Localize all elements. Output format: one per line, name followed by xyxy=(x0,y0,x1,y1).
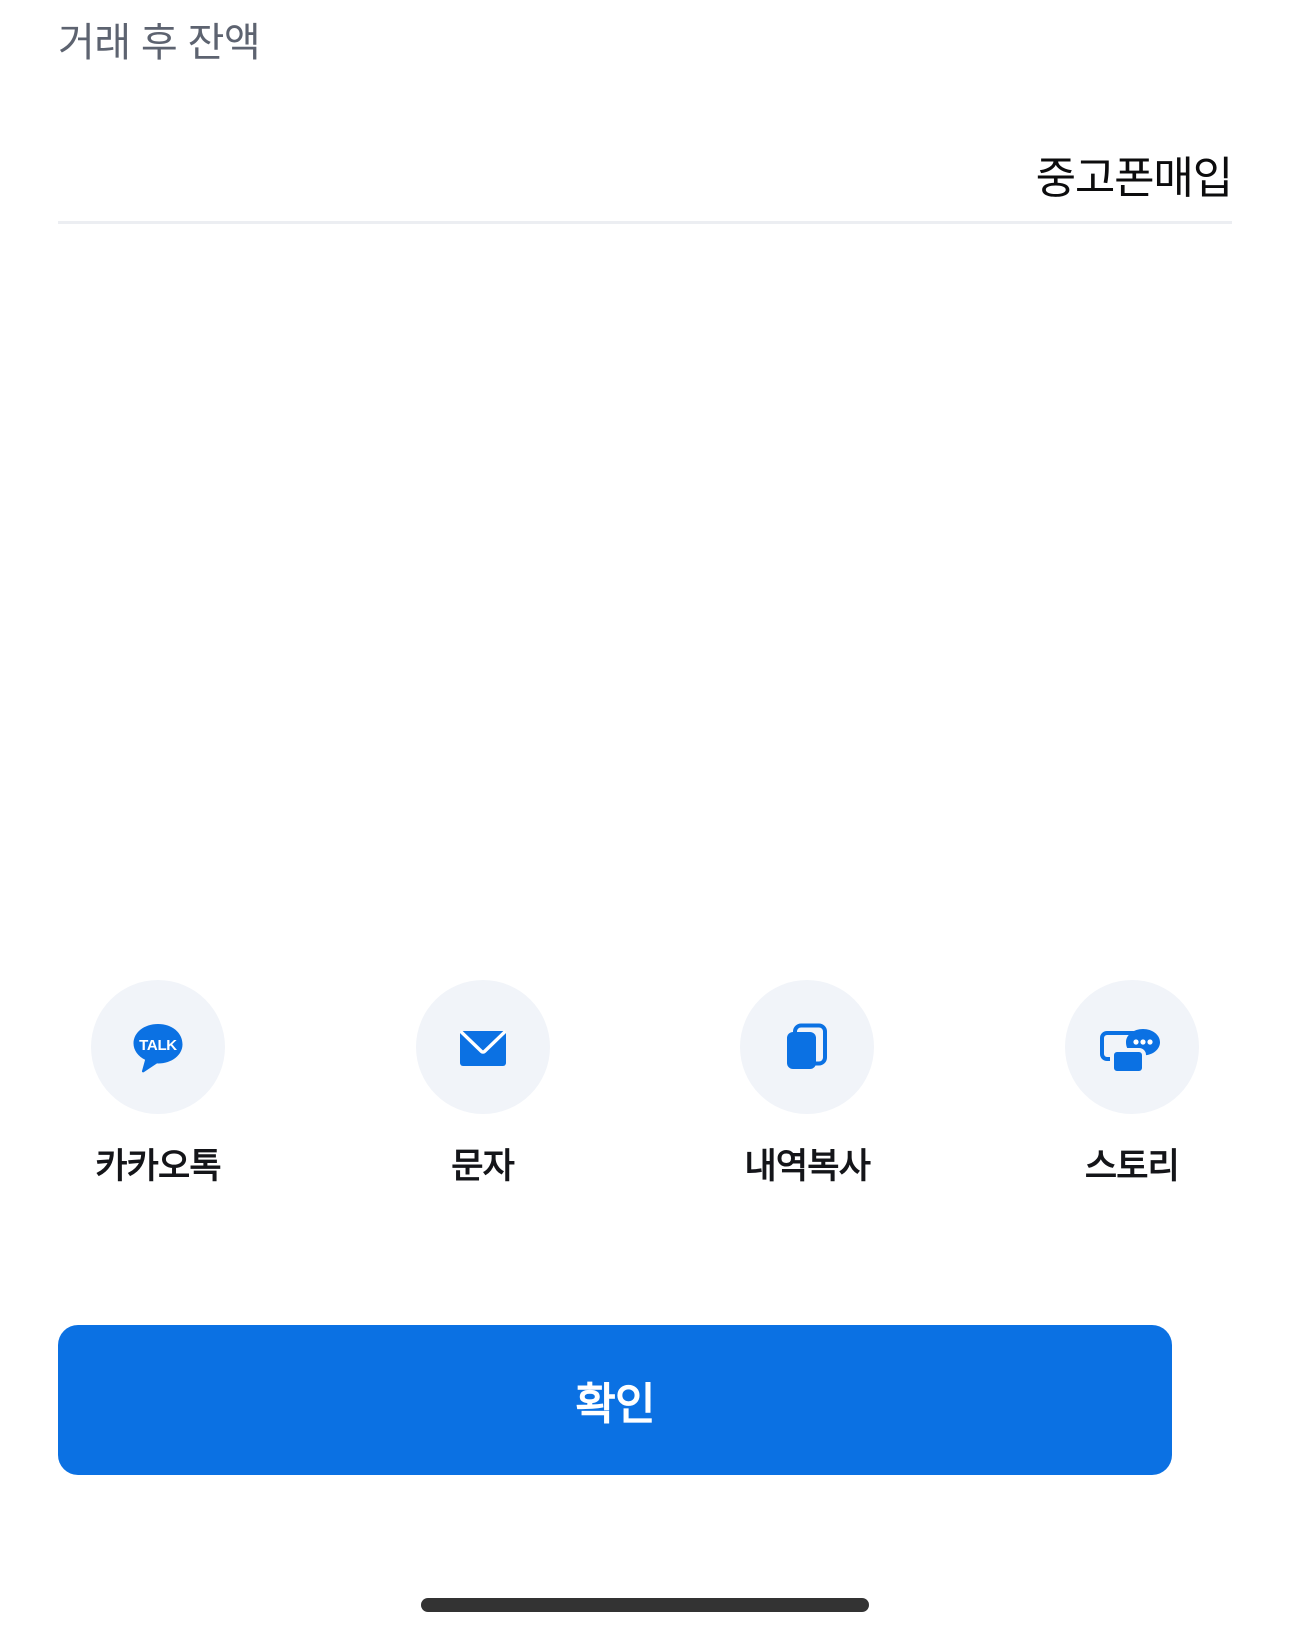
share-action-label: 스토리 xyxy=(1084,1147,1180,1186)
share-action-kakaotalk[interactable]: TALK 카카오톡 xyxy=(58,980,258,1188)
kakaotalk-icon: TALK xyxy=(121,1010,195,1084)
summary-title: 거래 후 잔액 xyxy=(58,21,261,65)
share-action-story[interactable]: 스토리 xyxy=(1032,980,1232,1188)
copy-icon xyxy=(770,1010,844,1084)
share-action-sms[interactable]: 문자 xyxy=(383,980,583,1188)
confirm-button[interactable]: 확인 xyxy=(58,1325,1172,1475)
share-icon-circle xyxy=(740,980,875,1114)
home-indicator xyxy=(421,1598,869,1612)
share-action-label: 카카오톡 xyxy=(95,1147,221,1186)
envelope-icon xyxy=(446,1010,520,1084)
share-icon-circle xyxy=(415,980,550,1114)
share-action-label: 내역복사 xyxy=(744,1147,871,1186)
svg-text:TALK: TALK xyxy=(139,1037,177,1054)
share-action-label: 문자 xyxy=(451,1147,515,1186)
story-chat-icon xyxy=(1095,1010,1169,1084)
share-action-copy[interactable]: 내역복사 xyxy=(707,980,907,1188)
share-icon-circle xyxy=(1064,980,1199,1114)
summary-value-row: 중고폰매입 xyxy=(58,140,1234,218)
share-sheet-screen: 거래 후 잔액 중고폰매입 TALK 카카오톡 문자 내역복사 스토리 확인 xyxy=(0,0,1290,1644)
summary-value: 중고폰매입 xyxy=(1035,153,1234,203)
share-icon-circle: TALK xyxy=(91,980,225,1114)
section-divider xyxy=(58,221,1232,224)
share-actions-row: TALK 카카오톡 문자 내역복사 스토리 xyxy=(58,980,1232,1188)
